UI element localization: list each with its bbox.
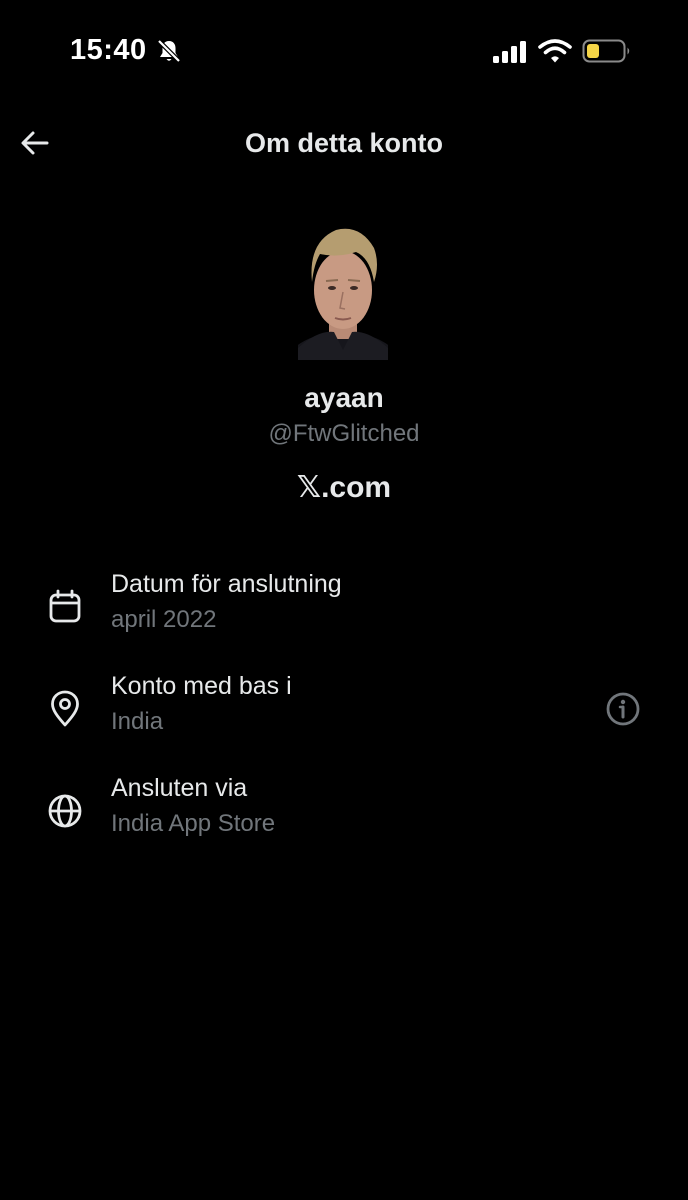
page-title: Om detta konto [244,128,443,158]
top-bar: Om detta konto [0,110,688,174]
row-value: India [111,708,164,735]
row-value: India App Store [111,810,276,837]
calendar-icon [49,589,81,623]
avatar [298,228,388,360]
wifi-icon [538,39,572,63]
x-logo-icon: 𝕏 [296,470,322,505]
brand-domain: .com [321,471,392,504]
joined-date-row: Datum för anslutning april 2022 [0,570,688,650]
user-handle: @FtwGlitched [268,420,420,447]
muted-bell-icon [157,39,181,63]
location-pin-icon [51,690,79,727]
row-title: Ansluten via [111,774,248,802]
globe-icon [48,794,82,828]
status-time: 15:40 [70,34,147,66]
info-icon[interactable] [602,688,644,730]
account-based-in-row: Konto med bas i India [0,672,688,752]
display-name: ayaan [304,382,384,413]
battery-icon [582,39,630,63]
row-title: Konto med bas i [111,672,292,700]
connected-via-row: Ansluten via India App Store [0,774,688,854]
cellular-signal-icon [493,41,526,63]
row-value: april 2022 [111,606,217,633]
row-title: Datum för anslutning [111,570,342,598]
brand-label: 𝕏.com [0,470,688,505]
status-bar: 15:40 [0,0,688,100]
